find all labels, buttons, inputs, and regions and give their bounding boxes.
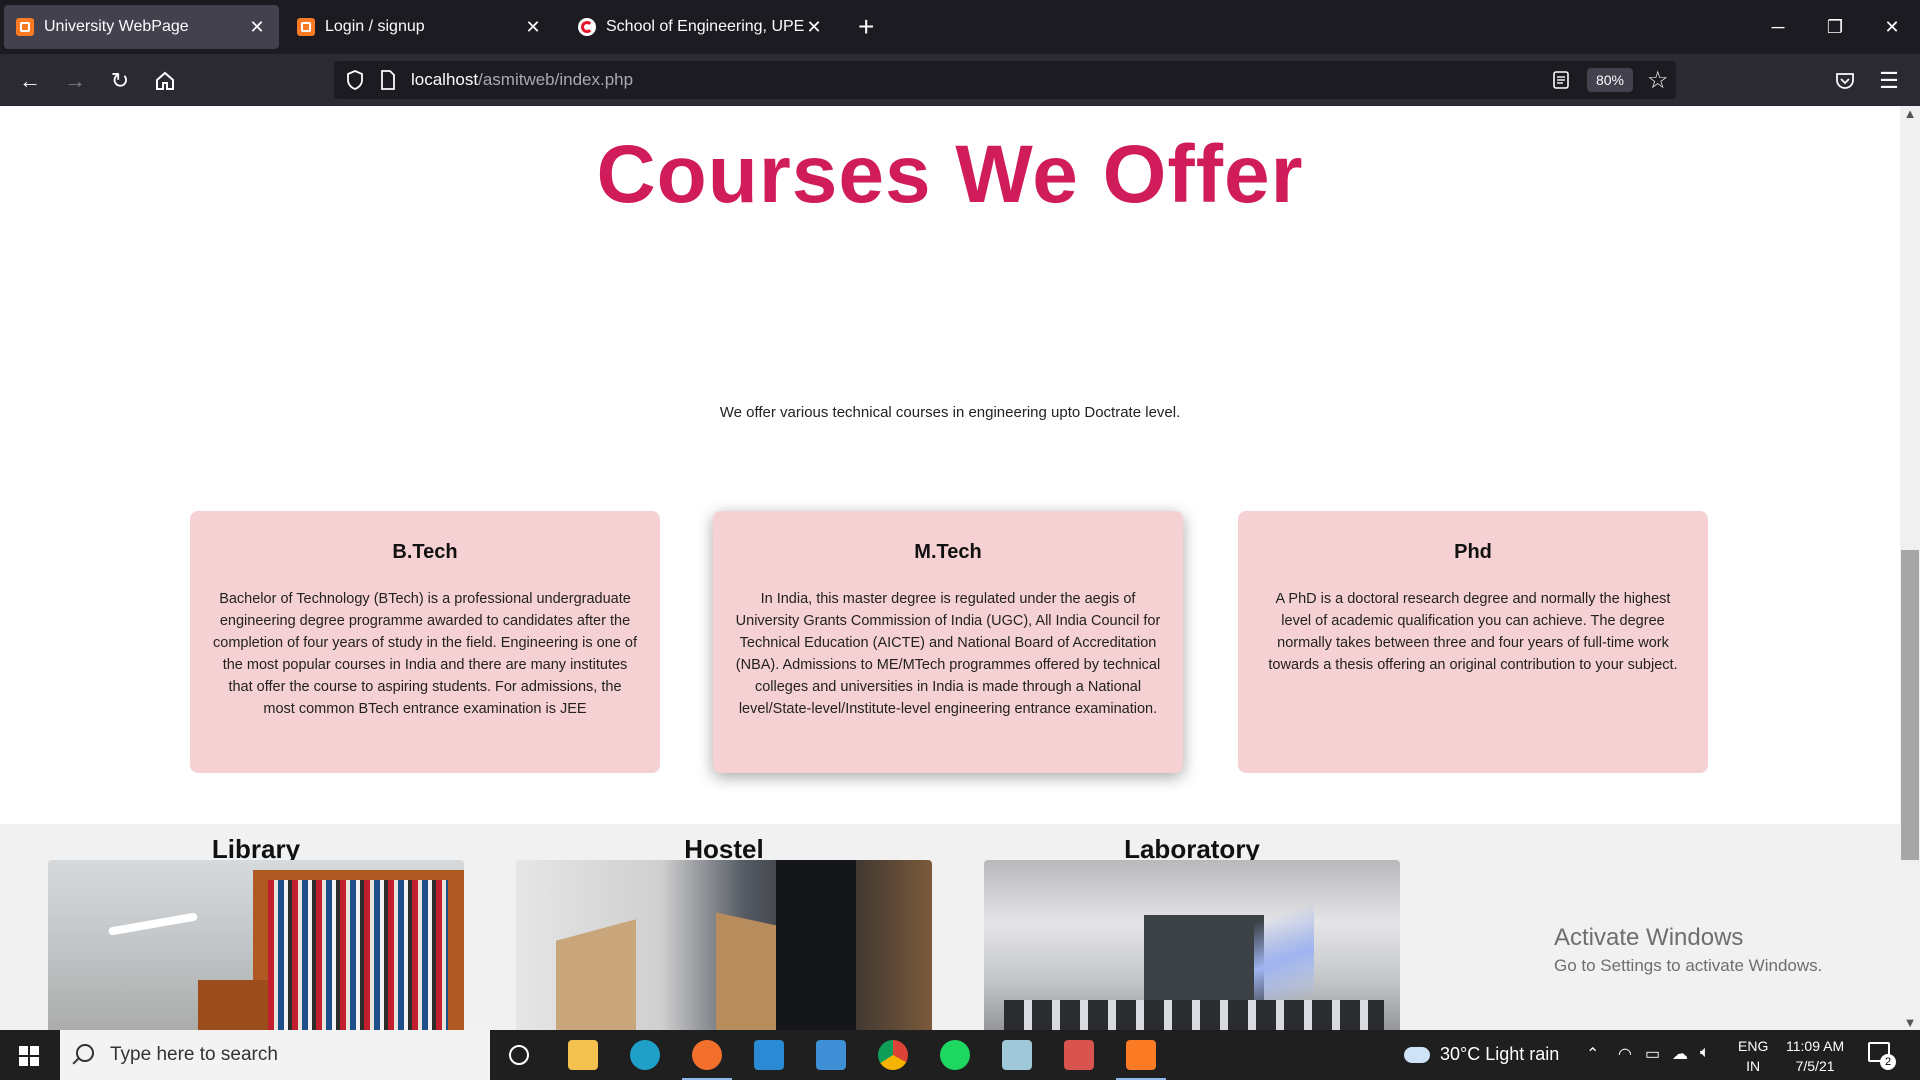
spotify-icon[interactable] [940,1040,970,1070]
page-info-icon[interactable] [380,70,396,90]
close-icon[interactable]: ✕ [247,17,267,38]
minimize-icon[interactable]: ─ [1758,10,1798,44]
hostel-image [516,860,932,1030]
tab-bar: University WebPage ✕ Login / signup ✕ Sc… [0,0,1920,54]
course-description: A PhD is a doctoral research degree and … [1268,591,1678,673]
shield-icon[interactable] [346,70,364,90]
xampp-icon [16,18,34,36]
upes-icon [578,18,596,36]
menu-icon[interactable]: ☰ [1874,66,1904,96]
reload-icon[interactable]: ↻ [105,66,135,96]
course-title: Phd [1454,541,1492,563]
library-image [48,860,464,1030]
scrollbar-thumb[interactable] [1901,550,1919,860]
tab-school-of-engineering[interactable]: School of Engineering, UPES De ✕ [566,5,836,49]
forward-icon[interactable]: → [60,66,90,96]
scroll-down-icon[interactable]: ▼ [1900,1015,1920,1030]
reader-view-icon[interactable] [1552,70,1570,90]
activate-windows-watermark: Activate Windows Go to Settings to activ… [1554,924,1823,975]
cloud-icon [1404,1047,1430,1064]
bookmark-star-icon[interactable]: ☆ [1647,66,1669,95]
snipping-tool-icon[interactable] [1064,1040,1094,1070]
scroll-up-icon[interactable]: ▲ [1900,106,1920,121]
search-icon [76,1044,94,1062]
battery-icon[interactable]: ▭ [1645,1044,1660,1064]
xampp-icon[interactable] [1116,1040,1166,1080]
notification-count-badge: 2 [1880,1054,1896,1070]
chevron-up-icon[interactable]: ⌃ [1586,1044,1599,1064]
course-description: In India, this master degree is regulate… [735,591,1161,717]
windows-start-icon[interactable] [19,1046,39,1066]
task-view-icon[interactable] [509,1045,529,1065]
app-icon[interactable] [1002,1040,1032,1070]
home-icon[interactable] [150,66,180,96]
taskbar-search-input[interactable]: Type here to search [60,1030,490,1080]
back-icon[interactable]: ← [15,66,45,96]
restore-icon[interactable]: ❐ [1815,10,1855,44]
file-explorer-icon[interactable] [568,1040,598,1070]
window-close-icon[interactable]: ✕ [1872,10,1912,44]
volume-icon[interactable]: 🔈︎ [1700,1044,1710,1062]
wifi-icon[interactable]: ◠ [1618,1044,1632,1064]
tab-title: School of Engineering, UPES De [606,18,804,35]
tab-login-signup[interactable]: Login / signup ✕ [285,5,555,49]
page-content: Courses We Offer We offer various techni… [0,106,1900,1030]
course-title: B.Tech [392,541,458,563]
mail-icon[interactable] [816,1040,846,1070]
course-card-mtech: M.Tech In India, this master degree is r… [713,511,1183,773]
xampp-icon [297,18,315,36]
pocket-icon[interactable] [1830,66,1860,96]
tab-title: University WebPage [44,18,189,35]
course-card-phd: Phd A PhD is a doctoral research degree … [1238,511,1708,773]
laboratory-image [984,860,1400,1030]
firefox-icon[interactable] [682,1040,732,1080]
address-bar[interactable]: localhost/asmitweb/index.php 80% ☆ [334,61,1676,99]
page-title: Courses We Offer [596,129,1304,220]
onedrive-icon[interactable]: ☁ [1672,1044,1688,1064]
clock[interactable]: 11:09 AM 7/5/21 [1786,1036,1844,1076]
chrome-icon[interactable] [878,1040,908,1070]
course-description: Bachelor of Technology (BTech) is a prof… [213,591,637,717]
intro-text: We offer various technical courses in en… [719,404,1181,421]
weather-widget[interactable]: 30°C Light rain [1404,1044,1559,1065]
page-scrollbar[interactable]: ▲ ▼ [1900,106,1920,1030]
tab-title: Login / signup [325,18,425,35]
close-icon[interactable]: ✕ [523,17,543,38]
language-indicator[interactable]: ENG IN [1738,1036,1768,1076]
tab-university-webpage[interactable]: University WebPage ✕ [4,5,279,49]
navigation-bar: ← → ↻ localhost/asmitweb/index.php 80% ☆… [0,54,1920,106]
course-title: M.Tech [914,541,982,563]
url-text[interactable]: localhost/asmitweb/index.php [411,70,633,90]
vscode-icon[interactable] [754,1040,784,1070]
edge-icon[interactable] [630,1040,660,1070]
close-icon[interactable]: ✕ [804,17,824,38]
taskbar: Type here to search 30°C Light rain ⌃ ◠ … [0,1030,1920,1080]
zoom-level[interactable]: 80% [1587,68,1633,92]
course-card-btech: B.Tech Bachelor of Technology (BTech) is… [190,511,660,773]
new-tab-button[interactable]: + [858,10,874,44]
